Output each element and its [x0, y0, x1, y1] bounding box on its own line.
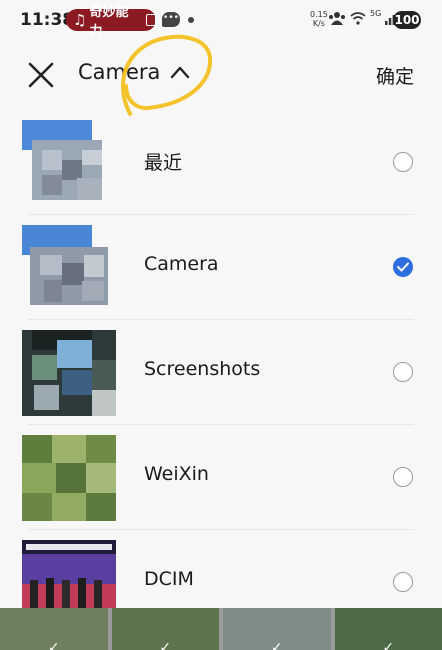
photo-preview[interactable]: ✓ [334, 608, 442, 650]
album-item-weixin[interactable]: WeiXin [0, 425, 442, 530]
status-bar: 11:38 ♫ 奇妙能力 ••• 0.15 K/s 5G 100 [0, 0, 442, 40]
album-item-screenshots[interactable]: Screenshots [0, 320, 442, 425]
confirm-button[interactable]: 确定 [376, 62, 414, 89]
album-item-camera[interactable]: Camera [0, 215, 442, 320]
album-list: 最近 Camera Screenshots WeiXin DCIM [0, 110, 442, 635]
album-radio[interactable] [393, 152, 413, 172]
music-note-icon: ♫ [73, 11, 87, 29]
picker-header: Camera 确定 [0, 40, 442, 110]
checkmark-icon: ✓ [47, 640, 60, 650]
album-label: 最近 [144, 152, 183, 174]
album-thumbnail [22, 225, 116, 311]
hotspot-icon [329, 12, 345, 25]
network-speed: 0.15 K/s [310, 10, 328, 28]
album-title: Camera [78, 60, 161, 84]
checkmark-icon: ✓ [382, 640, 395, 650]
album-radio[interactable] [393, 572, 413, 592]
album-item-recent[interactable]: 最近 [0, 110, 442, 215]
album-radio[interactable] [393, 467, 413, 487]
network-type: 5G [370, 8, 382, 18]
album-radio[interactable] [393, 362, 413, 382]
album-label: DCIM [144, 568, 194, 590]
checkmark-icon: ✓ [159, 640, 172, 650]
checkmark-icon [397, 262, 409, 272]
album-thumbnail [22, 435, 116, 521]
album-thumbnail [22, 120, 116, 206]
album-label: WeiXin [144, 463, 209, 485]
battery-indicator: 100 [393, 11, 421, 29]
album-label: Screenshots [144, 358, 261, 380]
system-icons: 5G [328, 8, 400, 25]
photo-preview[interactable]: ✓ [0, 608, 108, 650]
photo-preview[interactable]: ✓ [111, 608, 219, 650]
music-pill[interactable]: ♫ 奇妙能力 [66, 5, 156, 39]
checkmark-icon: ✓ [270, 640, 283, 650]
album-thumbnail [22, 330, 116, 416]
wifi-icon [350, 11, 366, 25]
album-label: Camera [144, 253, 219, 275]
chevron-up-icon [171, 66, 190, 79]
music-pill-label: 奇妙能力 [89, 5, 129, 39]
album-dropdown[interactable]: Camera [78, 60, 190, 84]
close-icon[interactable] [24, 58, 58, 92]
chat-notification-icon: ••• [162, 12, 180, 27]
album-radio-checked[interactable] [393, 257, 413, 277]
network-speed-unit: K/s [312, 19, 325, 28]
photo-preview[interactable]: ✓ [223, 608, 331, 650]
more-notifications-dot [188, 17, 194, 23]
network-speed-value: 0.15 [310, 10, 328, 19]
pill-small-icon [146, 14, 156, 26]
photo-preview-strip: ✓ ✓ ✓ ✓ [0, 608, 442, 650]
